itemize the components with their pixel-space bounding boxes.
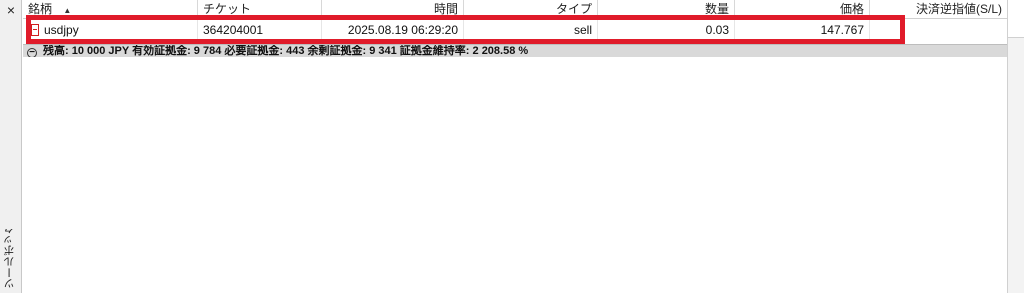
close-icon[interactable]: ×	[3, 2, 19, 18]
table-row[interactable]: usdjpy 364204001 2025.08.19 06:29:20 sel…	[23, 20, 1007, 41]
column-header-volume[interactable]: 数量	[598, 0, 735, 19]
column-header-stop-loss[interactable]: 決済逆指値(S/L)	[870, 0, 1007, 19]
cell-time: 2025.08.19 06:29:20	[322, 20, 464, 41]
cell-stop-loss	[870, 20, 1007, 41]
symbol-text: usdjpy	[44, 23, 79, 37]
toolbox-title: ツールボックス	[4, 229, 16, 289]
collapse-icon[interactable]: −	[27, 48, 37, 57]
column-header-ticket[interactable]: チケット	[198, 0, 322, 19]
column-header-time[interactable]: 時間	[322, 0, 464, 19]
table-header: 銘柄 ▲ チケット 時間 タイプ 数量 価格 決済逆指値(S/L)	[23, 0, 1007, 19]
cell-ticket: 364204001	[198, 20, 322, 41]
sort-ascending-icon: ▲	[63, 6, 72, 15]
right-edge-panel	[1007, 0, 1024, 293]
sell-order-icon	[31, 24, 39, 36]
column-header-price[interactable]: 価格	[735, 0, 870, 19]
column-header-symbol[interactable]: 銘柄 ▲	[23, 0, 198, 19]
column-header-label: 銘柄	[28, 2, 53, 16]
cell-price: 147.767	[735, 20, 870, 41]
column-header-type[interactable]: タイプ	[464, 0, 598, 19]
right-header-cell	[1008, 0, 1024, 38]
cell-volume: 0.03	[598, 20, 735, 41]
cell-symbol: usdjpy	[23, 20, 198, 41]
account-summary-text: 残高: 10 000 JPY 有効証拠金: 9 784 必要証拠金: 443 余…	[43, 45, 529, 57]
trade-table: 銘柄 ▲ チケット 時間 タイプ 数量 価格 決済逆指値(S/L) usdjpy…	[23, 0, 1007, 293]
toolbox-sidebar: × ツールボックス	[0, 0, 22, 293]
cell-type: sell	[464, 20, 598, 41]
account-summary-row[interactable]: − 残高: 10 000 JPY 有効証拠金: 9 784 必要証拠金: 443 …	[23, 44, 1007, 57]
